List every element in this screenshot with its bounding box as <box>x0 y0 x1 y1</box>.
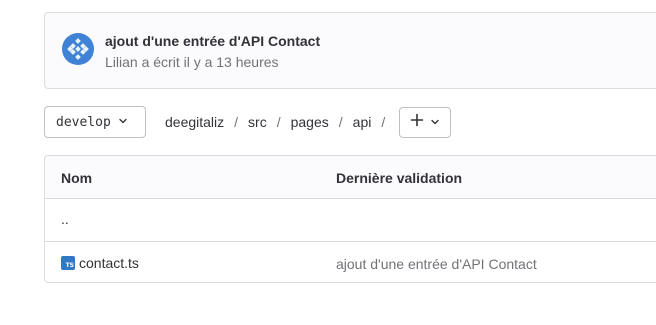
branch-selector-button[interactable]: develop <box>44 106 146 138</box>
plus-icon <box>410 113 424 132</box>
branch-label: develop <box>56 114 111 130</box>
add-file-dropdown-button[interactable] <box>399 107 451 138</box>
parent-directory-link[interactable]: .. <box>61 211 69 227</box>
breadcrumb-separator: / <box>276 114 281 130</box>
table-row[interactable]: TS contact.ts ajout d'une entrée d'API C… <box>45 242 656 282</box>
commit-meta: Lilian a écrit il y a 13 heures <box>105 54 279 70</box>
file-link[interactable]: TS contact.ts <box>61 255 139 271</box>
breadcrumb-item-src[interactable]: src <box>248 114 267 130</box>
last-commit-message[interactable]: ajout d'une entrée d'API Contact <box>336 256 537 272</box>
breadcrumb: deegitaliz / src / pages / api / <box>165 114 395 130</box>
last-commit-card: ajout d'une entrée d'API Contact Lilian … <box>44 12 656 89</box>
column-header-last-commit: Dernière validation <box>336 170 463 186</box>
commit-title[interactable]: ajout d'une entrée d'API Contact <box>105 33 320 49</box>
column-header-name: Nom <box>61 170 93 186</box>
table-header: Nom Dernière validation <box>45 156 656 199</box>
typescript-file-icon: TS <box>61 256 75 270</box>
file-name: contact.ts <box>79 255 139 271</box>
chevron-down-icon <box>118 113 128 131</box>
breadcrumb-separator: / <box>381 114 386 130</box>
breadcrumb-separator: / <box>338 114 343 130</box>
breadcrumb-item-api[interactable]: api <box>353 114 372 130</box>
chevron-down-icon <box>430 114 440 132</box>
table-row[interactable]: .. <box>45 199 656 242</box>
breadcrumb-separator: / <box>234 114 239 130</box>
breadcrumb-item-repo[interactable]: deegitaliz <box>165 114 224 130</box>
avatar[interactable] <box>62 33 94 65</box>
breadcrumb-item-pages[interactable]: pages <box>291 114 329 130</box>
file-tree-table: Nom Dernière validation .. TS contact.ts… <box>44 155 656 283</box>
